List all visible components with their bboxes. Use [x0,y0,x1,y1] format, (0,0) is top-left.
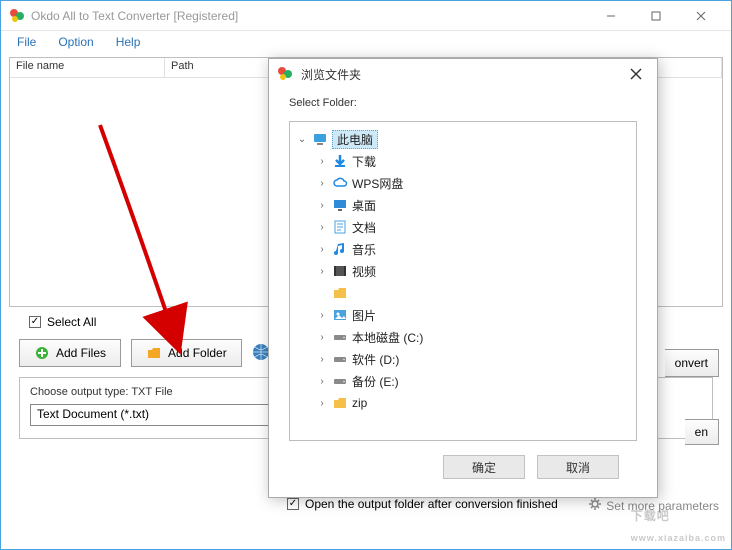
menu-option[interactable]: Option [48,33,103,51]
tree-node[interactable]: › 图片 [294,304,632,326]
tree-node[interactable]: ⌄ 此电脑 [294,128,632,150]
chevron-right-icon[interactable]: › [316,310,328,321]
chevron-right-icon[interactable]: › [316,376,328,387]
dialog-buttons: 确定 取消 [289,441,637,493]
picture-icon [332,307,348,323]
gear-icon [588,497,602,514]
computer-icon [312,131,328,147]
tree-node-label: 音乐 [352,241,376,258]
add-files-button[interactable]: Add Files [19,339,121,367]
select-all-label: Select All [47,315,96,329]
music-icon [332,241,348,257]
add-files-label: Add Files [56,346,106,360]
tree-node-label: 本地磁盘 (C:) [352,329,423,346]
dialog-heading: Select Folder: [289,97,637,109]
tree-node[interactable]: › 本地磁盘 (C:) [294,326,632,348]
chevron-right-icon[interactable]: › [316,222,328,233]
folder-icon [332,285,348,301]
drive-icon [332,351,348,367]
tree-node-label: zip [352,396,367,410]
chevron-down-icon[interactable]: ⌄ [296,134,308,145]
app-icon [9,8,25,24]
col-filename-header[interactable]: File name [10,58,165,77]
tree-node-label: 桌面 [352,197,376,214]
menu-help[interactable]: Help [106,33,151,51]
open-output-folder-checkbox[interactable] [287,498,299,510]
output-type-value: Text Document (*.txt) [37,407,149,421]
chevron-right-icon[interactable]: › [316,398,328,409]
convert-button-fragment[interactable]: onvert [665,349,719,377]
dialog-app-icon [277,66,293,82]
tree-node[interactable]: › 视频 [294,260,632,282]
tree-node[interactable]: › 桌面 [294,194,632,216]
set-more-parameters-link[interactable]: Set more parameters [588,497,719,514]
chevron-right-icon[interactable]: › [316,354,328,365]
window-title: Okdo All to Text Converter [Registered] [31,9,588,23]
desktop-icon [332,197,348,213]
select-all-checkbox[interactable] [29,316,41,328]
browse-folder-dialog: 浏览文件夹 Select Folder: ⌄ 此电脑 › 下载 › WPS网盘 › 桌面 › 文档… [268,58,658,498]
tree-node-label: 备份 (E:) [352,373,399,390]
chevron-right-icon[interactable]: › [316,244,328,255]
tree-node[interactable]: › 文档 [294,216,632,238]
tree-node-label: 图片 [352,307,376,324]
close-button[interactable] [678,1,723,30]
tree-node[interactable]: › zip [294,392,632,414]
dialog-close-button[interactable] [623,61,649,87]
folder-tree[interactable]: ⌄ 此电脑 › 下载 › WPS网盘 › 桌面 › 文档 › 音乐 › 视频 › 图片 › 本地磁盘 (C:) › 软… [289,121,637,441]
menubar: File Option Help [1,31,731,53]
chevron-right-icon[interactable]: › [316,178,328,189]
tree-node[interactable]: › 软件 (D:) [294,348,632,370]
tree-node[interactable]: › 备份 (E:) [294,370,632,392]
document-icon [332,219,348,235]
chevron-right-icon[interactable]: › [316,332,328,343]
dialog-body: Select Folder: ⌄ 此电脑 › 下载 › WPS网盘 › 桌面 › 文档 › 音乐 › 视频… [269,89,657,497]
cloud-icon [332,175,348,191]
tree-node[interactable]: › 音乐 [294,238,632,260]
titlebar: Okdo All to Text Converter [Registered] [1,1,731,31]
minimize-button[interactable] [588,1,633,30]
plus-icon [34,345,50,361]
tree-node-label: 下载 [352,153,376,170]
chevron-right-icon[interactable]: › [316,200,328,211]
open-button-fragment[interactable]: en [685,419,719,445]
dialog-cancel-button[interactable]: 取消 [537,455,619,479]
folder-icon [332,395,348,411]
window-controls [588,1,723,30]
folder-icon [146,345,162,361]
chevron-right-icon[interactable]: › [316,266,328,277]
dialog-title: 浏览文件夹 [301,66,623,83]
tree-node-label: WPS网盘 [352,175,403,192]
drive-icon [332,329,348,345]
chevron-right-icon[interactable]: › [316,156,328,167]
video-icon [332,263,348,279]
tree-node[interactable]: › 下载 [294,150,632,172]
open-output-folder-label: Open the output folder after conversion … [305,497,558,511]
add-folder-button[interactable]: Add Folder [131,339,242,367]
maximize-button[interactable] [633,1,678,30]
dialog-titlebar: 浏览文件夹 [269,59,657,89]
tree-node[interactable] [294,282,632,304]
tree-node-label: 软件 (D:) [352,351,399,368]
menu-file[interactable]: File [7,33,46,51]
tree-node-label: 文档 [352,219,376,236]
open-output-folder-row: Open the output folder after conversion … [287,497,558,511]
tree-node-label: 此电脑 [332,130,378,149]
download-icon [332,153,348,169]
drive-icon [332,373,348,389]
output-type-select[interactable]: Text Document (*.txt) [30,404,270,426]
dialog-ok-button[interactable]: 确定 [443,455,525,479]
tree-node-label: 视频 [352,263,376,280]
add-folder-label: Add Folder [168,346,227,360]
tree-node[interactable]: › WPS网盘 [294,172,632,194]
